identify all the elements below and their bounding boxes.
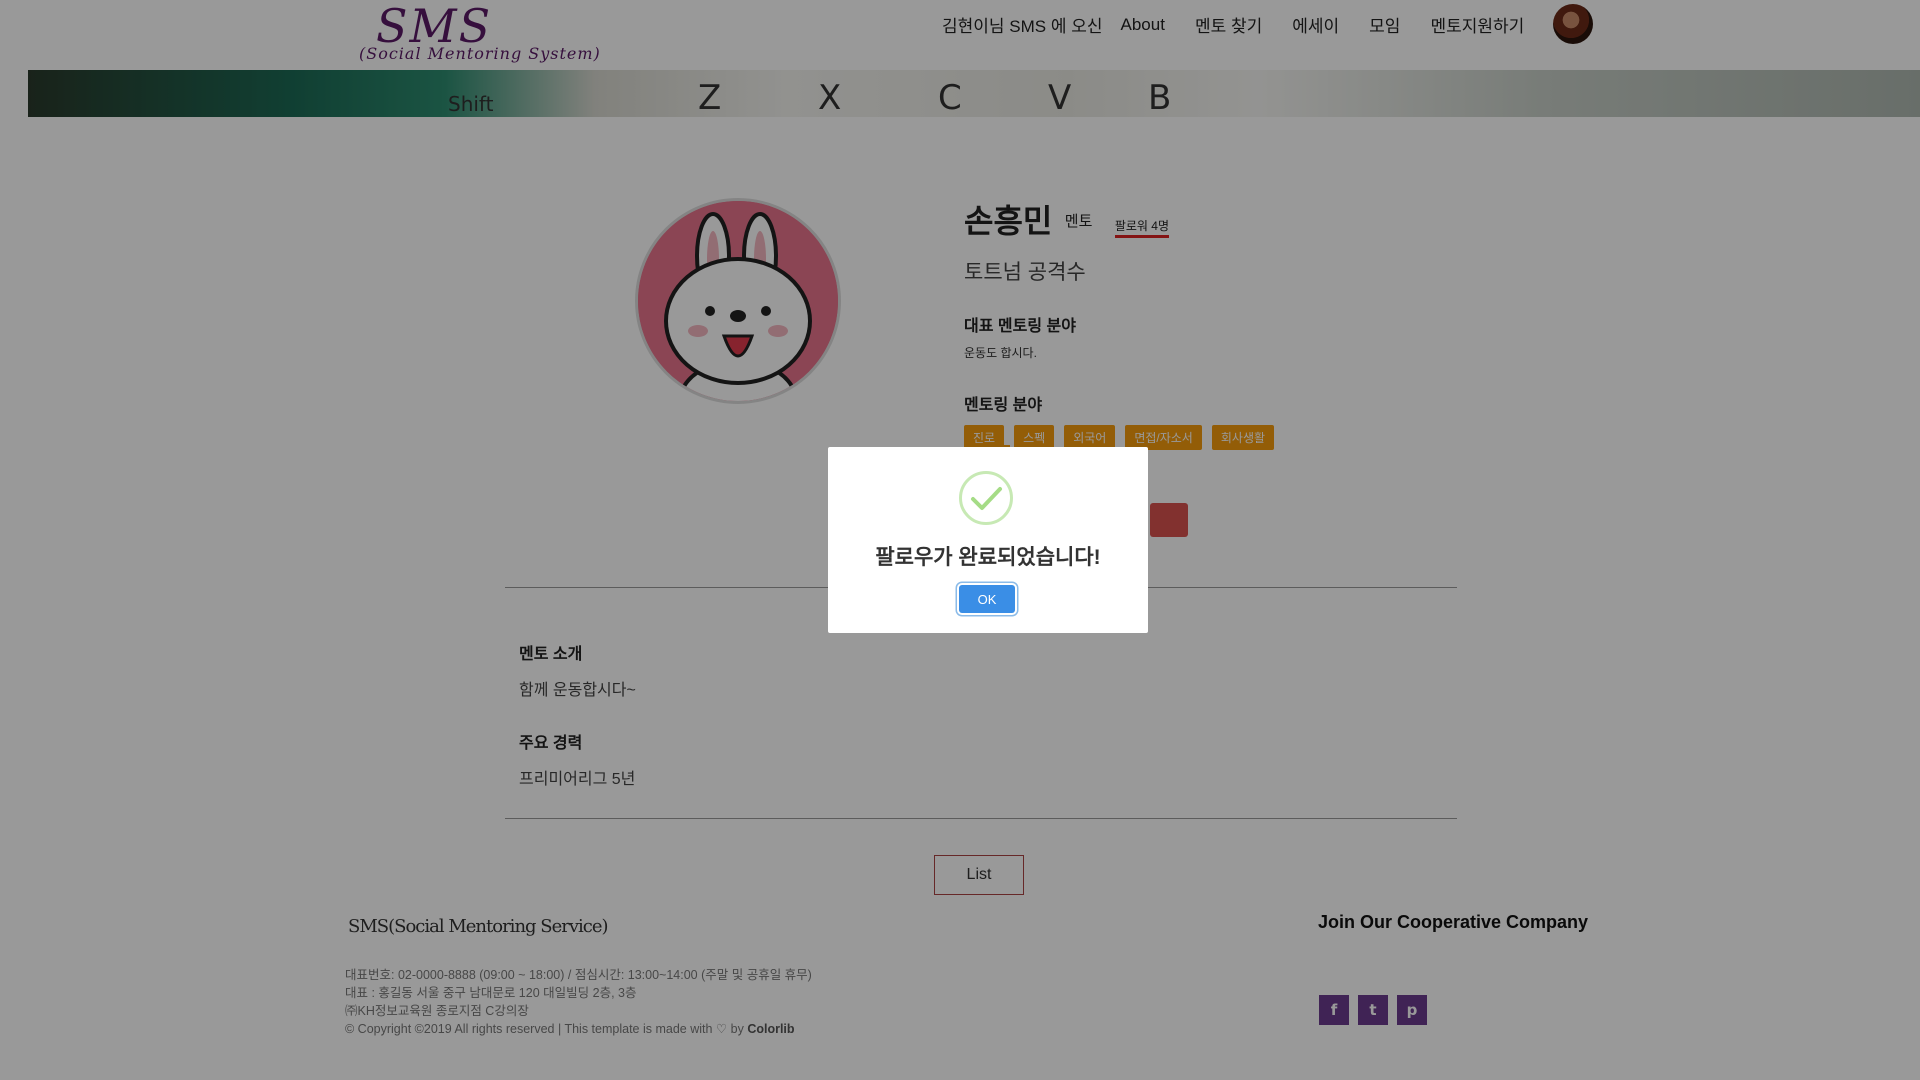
ok-button[interactable]: OK — [959, 585, 1015, 613]
alert-dialog: 팔로우가 완료되었습니다! OK — [828, 447, 1148, 633]
success-check-circle — [959, 471, 1013, 525]
checkmark-icon — [971, 487, 1002, 510]
alert-message: 팔로우가 완료되었습니다! — [875, 546, 1101, 569]
